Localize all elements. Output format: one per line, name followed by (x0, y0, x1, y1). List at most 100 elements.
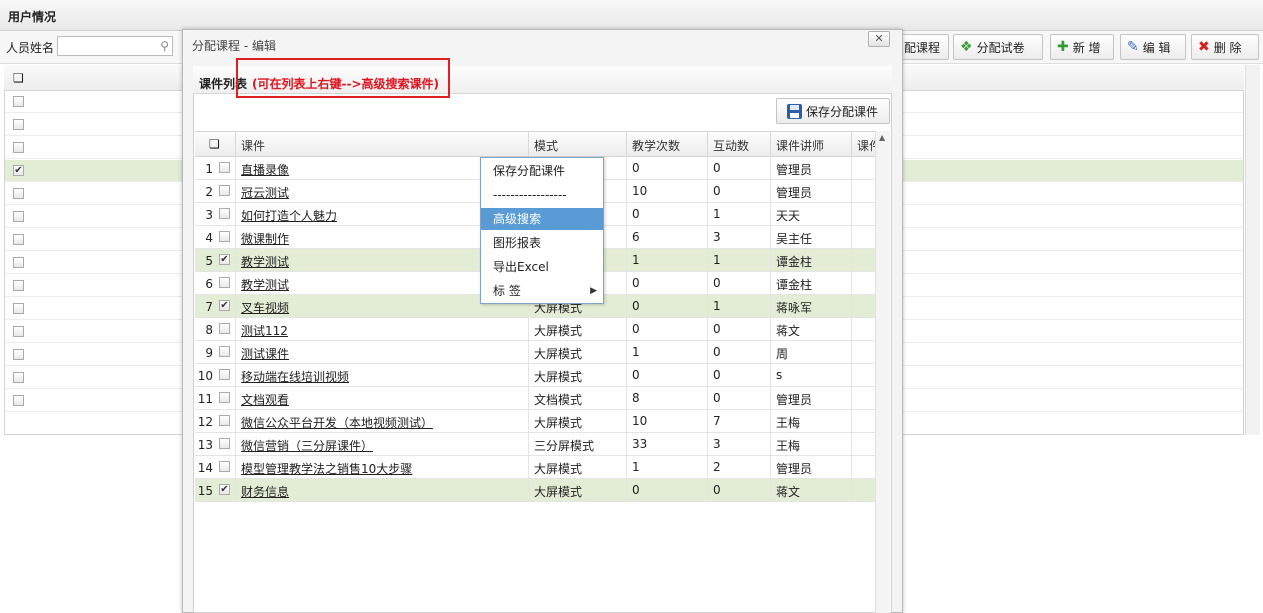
course-lecturer: 周 (776, 347, 789, 361)
column-header-teach-count[interactable]: 教学次数 (632, 137, 680, 154)
menu-item-export-excel[interactable]: 导出Excel (481, 256, 603, 278)
row-number: 2 (205, 185, 213, 199)
row-checkbox[interactable]: ✔ (13, 165, 24, 176)
course-teach-count: 33 (632, 437, 648, 451)
row-checkbox[interactable] (13, 142, 24, 153)
course-checkbox[interactable]: ✔ (219, 254, 230, 265)
delete-label: 删 除 (1213, 40, 1242, 55)
course-row[interactable]: 13 微信营销（三分屏课件） 三分屏模式 33 3 王梅 (195, 433, 875, 456)
course-checkbox[interactable] (219, 461, 230, 472)
delete-button[interactable]: ✖ 删 除 (1191, 34, 1259, 60)
columns-icon[interactable]: ❏ (13, 71, 24, 85)
course-interaction-count: 0 (713, 184, 721, 198)
name-search-input[interactable]: ⚲ (57, 36, 173, 56)
save-assignment-button[interactable]: 保存分配课件 (776, 98, 890, 124)
course-name-link[interactable]: 微信营销（三分屏课件） (241, 437, 373, 454)
course-name-link[interactable]: 微信公众平台开发（本地视频测试） (241, 414, 433, 431)
row-checkbox[interactable] (13, 188, 24, 199)
row-checkbox[interactable] (13, 349, 24, 360)
course-grid-scrollbar[interactable]: ▲ (875, 131, 890, 613)
row-number: 3 (205, 208, 213, 222)
row-checkbox[interactable] (13, 280, 24, 291)
add-button[interactable]: ✚ 新 增 (1050, 34, 1114, 60)
row-number: 10 (197, 369, 213, 383)
course-checkbox[interactable] (219, 185, 230, 196)
menu-item-save[interactable]: 保存分配课件 (481, 160, 603, 182)
course-name-link[interactable]: 如何打造个人魅力 (241, 207, 337, 224)
course-checkbox[interactable]: ✔ (219, 484, 230, 495)
course-teach-count: 0 (632, 161, 640, 175)
columns-icon[interactable]: ❏ (209, 137, 220, 151)
course-mode: 大屏模式 (534, 416, 583, 430)
course-checkbox[interactable] (219, 323, 230, 334)
course-name-link[interactable]: 财务信息 (241, 483, 289, 500)
course-name-link[interactable]: 冠云测试 (241, 184, 289, 201)
column-header-interaction[interactable]: 互动数 (713, 137, 749, 154)
menu-item-advanced-search[interactable]: 高级搜索 (481, 208, 603, 230)
course-name-link[interactable]: 叉车视频 (241, 299, 289, 316)
course-name-link[interactable]: 测试112 (241, 322, 288, 339)
row-checkbox[interactable] (13, 372, 24, 383)
column-header-course[interactable]: 课件 (241, 137, 265, 154)
course-name-link[interactable]: 移动端在线培训视频 (241, 368, 349, 385)
row-checkbox[interactable] (13, 303, 24, 314)
course-checkbox[interactable] (219, 415, 230, 426)
menu-separator: ----------------- (493, 188, 567, 202)
course-mode: 大屏模式 (534, 462, 583, 476)
course-lecturer: 管理员 (776, 186, 813, 200)
row-checkbox[interactable] (13, 257, 24, 268)
page-header (0, 0, 1263, 31)
edit-button[interactable]: ✎ 编 辑 (1120, 34, 1186, 60)
course-name-link[interactable]: 微课制作 (241, 230, 289, 247)
course-name-link[interactable]: 教学测试 (241, 276, 289, 293)
row-checkbox[interactable] (13, 234, 24, 245)
course-checkbox[interactable] (219, 277, 230, 288)
course-checkbox[interactable] (219, 392, 230, 403)
column-header-extra[interactable]: 课件 (857, 137, 875, 154)
course-checkbox[interactable] (219, 369, 230, 380)
course-name-link[interactable]: 直播录像 (241, 161, 289, 178)
close-icon[interactable]: ✕ (868, 31, 890, 47)
course-checkbox[interactable]: ✔ (219, 300, 230, 311)
row-checkbox[interactable] (13, 326, 24, 337)
course-name-link[interactable]: 模型管理教学法之销售10大步骤 (241, 460, 412, 477)
course-checkbox[interactable] (219, 231, 230, 242)
column-header-lecturer[interactable]: 课件讲师 (776, 137, 824, 154)
course-row[interactable]: 15 财务信息 大屏模式 0 0 蒋文 ✔ (195, 479, 875, 502)
course-name-link[interactable]: 文档观看 (241, 391, 289, 408)
row-number: 15 (197, 484, 213, 498)
course-name-link[interactable]: 测试课件 (241, 345, 289, 362)
menu-item-chart-report[interactable]: 图形报表 (481, 232, 603, 254)
row-checkbox[interactable] (13, 211, 24, 222)
course-checkbox[interactable] (219, 346, 230, 357)
assign-exam-button[interactable]: ❖ 分配试卷 (953, 34, 1043, 60)
row-checkbox[interactable] (13, 395, 24, 406)
scroll-up-icon[interactable]: ▲ (879, 133, 885, 142)
add-label: 新 增 (1072, 40, 1101, 55)
edit-label: 编 辑 (1142, 40, 1171, 55)
course-checkbox[interactable] (219, 438, 230, 449)
row-checkbox[interactable] (13, 96, 24, 107)
assign-course-button[interactable]: 配课程 (897, 34, 949, 60)
chevron-right-icon: ▶ (590, 286, 597, 296)
course-row[interactable]: 11 文档观看 文档模式 8 0 管理员 (195, 387, 875, 410)
course-row[interactable]: 12 微信公众平台开发（本地视频测试） 大屏模式 10 7 王梅 (195, 410, 875, 433)
course-row[interactable]: 10 移动端在线培训视频 大屏模式 0 0 s (195, 364, 875, 387)
course-interaction-count: 7 (713, 414, 721, 428)
course-teach-count: 0 (632, 483, 640, 497)
course-checkbox[interactable] (219, 208, 230, 219)
course-lecturer: 蒋文 (776, 324, 801, 338)
search-icon[interactable]: ⚲ (160, 39, 169, 53)
column-header-mode[interactable]: 模式 (534, 137, 558, 154)
course-row[interactable]: 14 模型管理教学法之销售10大步骤 大屏模式 1 2 管理员 (195, 456, 875, 479)
row-number: 5 (205, 254, 213, 268)
course-row[interactable]: 9 测试课件 大屏模式 1 0 周 (195, 341, 875, 364)
course-checkbox[interactable] (219, 162, 230, 173)
course-name-link[interactable]: 教学测试 (241, 253, 289, 270)
course-row[interactable]: 8 测试112 大屏模式 0 0 蒋文 (195, 318, 875, 341)
user-grid-scrollbar[interactable] (1245, 65, 1260, 435)
course-lecturer: 吴主任 (776, 232, 813, 246)
menu-item-tags[interactable]: 标 签 ▶ (481, 280, 603, 302)
course-teach-count: 10 (632, 184, 648, 198)
row-checkbox[interactable] (13, 119, 24, 130)
